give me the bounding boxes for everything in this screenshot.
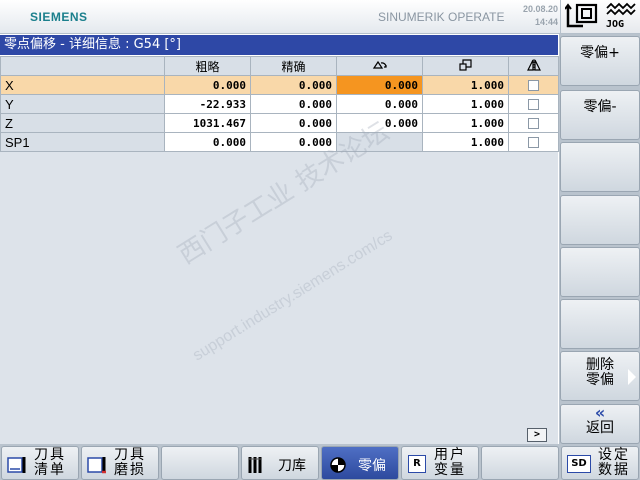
- empty-softkey-6[interactable]: [560, 299, 640, 349]
- rotation-icon: [372, 60, 387, 69]
- table-row-x[interactable]: X 0.000 0.000 0.000 1.000: [0, 75, 559, 95]
- tool-wear-icon: [87, 457, 106, 474]
- mirror-cell[interactable]: [508, 132, 559, 152]
- softkey-label: 设定 数据: [598, 448, 630, 478]
- magazine-softkey[interactable]: 刀库: [241, 446, 319, 480]
- rotation-value[interactable]: 0.000: [336, 113, 423, 133]
- fine-column-header: 精确: [250, 56, 337, 76]
- softkey-label: 零偏-: [583, 99, 617, 115]
- mirror-checkbox[interactable]: [528, 80, 539, 91]
- user-variable-icon: R: [408, 455, 426, 473]
- user-variable-softkey[interactable]: R 用户 变量: [401, 446, 479, 480]
- label-line1: 刀具: [114, 447, 146, 463]
- rotation-value[interactable]: 0.000: [336, 75, 423, 95]
- fine-value[interactable]: 0.000: [250, 94, 337, 114]
- scale-icon: [458, 58, 472, 71]
- scale-column-header: [422, 56, 509, 76]
- empty-softkey-5[interactable]: [560, 247, 640, 297]
- softkey-label: 刀具 磨损: [114, 448, 146, 478]
- submenu-arrow-icon: [628, 369, 636, 385]
- softkey-label: 零偏: [358, 458, 386, 474]
- date-text: 20.08.20: [522, 4, 558, 14]
- table-row-y[interactable]: Y -22.933 0.000 0.000 1.000: [0, 94, 559, 114]
- window-title: 零点偏移 - 详细信息 : G54 [°]: [0, 35, 558, 55]
- tool-list-icon: [7, 457, 26, 473]
- scale-value[interactable]: 1.000: [422, 94, 509, 114]
- setting-data-icon: SD: [567, 455, 591, 473]
- scroll-right-button[interactable]: >: [527, 428, 547, 442]
- scale-value[interactable]: 1.000: [422, 113, 509, 133]
- label-line2: 变量: [434, 462, 466, 478]
- header-bar: SIEMENS SINUMERIK OPERATE 20.08.20 14:44: [0, 0, 560, 34]
- machine-area-icon: [565, 3, 598, 28]
- axis-name: Y: [0, 94, 165, 114]
- axis-column-header: [0, 56, 165, 76]
- coarse-value[interactable]: 0.000: [164, 132, 251, 152]
- siemens-logo: SIEMENS: [30, 10, 88, 24]
- axis-name: X: [0, 75, 165, 95]
- work-offset-table: 粗略 精确 X 0.000 0.000 0.000 1.000 Y -22.93…: [0, 56, 559, 152]
- empty-horizontal-softkey-7[interactable]: [481, 446, 559, 480]
- softkey-label: 返回: [586, 420, 614, 436]
- empty-horizontal-softkey-3[interactable]: [161, 446, 239, 480]
- softkey-label: 刀具 清单: [34, 448, 66, 478]
- rotation-value: [336, 132, 423, 152]
- label-line1: 设定: [598, 447, 630, 463]
- label-line2: 数据: [598, 462, 630, 478]
- product-name: SINUMERIK OPERATE: [378, 10, 505, 24]
- offset-plus-softkey[interactable]: 零偏+: [560, 36, 640, 86]
- work-offset-icon: [330, 457, 346, 473]
- mirror-cell[interactable]: [508, 113, 559, 133]
- mirror-cell[interactable]: [508, 94, 559, 114]
- tool-list-softkey[interactable]: 刀具 清单: [1, 446, 79, 480]
- scale-value[interactable]: 1.000: [422, 132, 509, 152]
- softkey-label: 零偏+: [580, 45, 620, 61]
- axis-name: Z: [0, 113, 165, 133]
- offset-minus-softkey[interactable]: 零偏-: [560, 90, 640, 140]
- table-header: 粗略 精确: [0, 56, 559, 76]
- fine-value[interactable]: 0.000: [250, 132, 337, 152]
- mirror-checkbox[interactable]: [528, 99, 539, 110]
- work-offset-softkey[interactable]: 零偏: [321, 446, 399, 480]
- magazine-icon: [248, 457, 262, 473]
- coarse-column-header: 粗略: [164, 56, 251, 76]
- mirror-checkbox[interactable]: [528, 118, 539, 129]
- rotation-value[interactable]: 0.000: [336, 94, 423, 114]
- label-line2: 磨损: [114, 462, 146, 478]
- back-arrow-icon: «: [594, 403, 606, 422]
- fine-value[interactable]: 0.000: [250, 113, 337, 133]
- time-text: 14:44: [534, 17, 558, 27]
- mirror-checkbox[interactable]: [528, 137, 539, 148]
- delete-offset-softkey[interactable]: 删除 零偏: [560, 351, 640, 401]
- mirror-icon: [526, 58, 541, 71]
- mode-indicator: JOG: [560, 0, 640, 34]
- coarse-value[interactable]: -22.933: [164, 94, 251, 114]
- axis-name: SP1: [0, 132, 165, 152]
- jog-mode-label: JOG: [606, 19, 625, 30]
- label-line1: 刀具: [34, 447, 66, 463]
- coarse-value[interactable]: 1031.467: [164, 113, 251, 133]
- table-row-z[interactable]: Z 1031.467 0.000 0.000 1.000: [0, 113, 559, 133]
- back-softkey[interactable]: « 返回: [560, 404, 640, 444]
- label-line2: 清单: [34, 462, 66, 478]
- mirror-cell[interactable]: [508, 75, 559, 95]
- rotation-column-header: [336, 56, 423, 76]
- setting-data-softkey[interactable]: SD 设定 数据: [561, 446, 639, 480]
- datetime-display: 20.08.20 14:44: [510, 3, 558, 29]
- tool-wear-softkey[interactable]: 刀具 磨损: [81, 446, 159, 480]
- scale-value[interactable]: 1.000: [422, 75, 509, 95]
- label-line1: 用户: [434, 447, 466, 463]
- coarse-value[interactable]: 0.000: [164, 75, 251, 95]
- mirror-column-header: [508, 56, 559, 76]
- empty-softkey-4[interactable]: [560, 195, 640, 245]
- fine-value[interactable]: 0.000: [250, 75, 337, 95]
- empty-softkey-3[interactable]: [560, 142, 640, 192]
- table-row-sp1[interactable]: SP1 0.000 0.000 1.000: [0, 132, 559, 152]
- softkey-label: 用户 变量: [434, 448, 466, 478]
- softkey-label: 刀库: [278, 458, 306, 474]
